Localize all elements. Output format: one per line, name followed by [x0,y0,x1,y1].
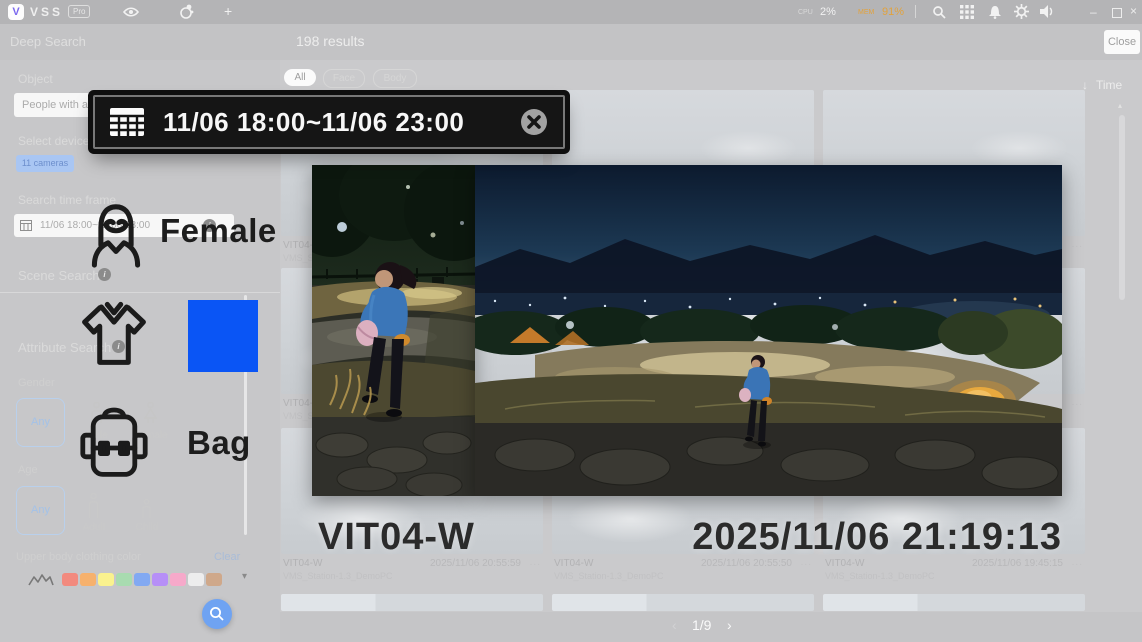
camera-name: VIT04-W [825,558,864,569]
sort-by-time[interactable]: Time [1096,78,1122,92]
vss-app-window: V VSS Pro + CPU 2% MEM 91% – × [0,0,1142,642]
camera-name: VIT04-W [554,558,593,569]
color-swatch[interactable] [80,573,96,586]
result-caption: VIT04-W 2025/11/06 20:55:50 ... VMS_Stat… [552,558,814,584]
eye-icon[interactable] [122,4,140,20]
child-icon[interactable] [141,499,152,519]
calendar-icon [20,220,32,231]
color-swatch[interactable] [206,573,222,586]
mem-value: 91% [882,6,904,18]
color-swatch[interactable] [134,573,150,586]
station-name: VMS_Station-1.3_DemoPC [825,571,935,581]
time-range-badge: 11/06 18:00~11/06 23:00 [93,95,565,149]
station-name: VMS_Station-1.3_DemoPC [283,571,393,581]
search-icon[interactable] [932,5,946,19]
blue-color-annotation [188,300,258,372]
vss-logo-icon: V [8,4,24,20]
close-icon[interactable] [519,107,549,137]
page-title: Deep Search [10,34,86,49]
bell-icon[interactable] [988,4,1002,19]
upper-color-label: Upper body clothing color [16,551,141,563]
age-any-button[interactable]: Any [16,486,65,535]
age-adult-option[interactable]: Adult [78,522,110,533]
chevron-right-icon[interactable]: › [727,617,732,633]
next-row-thumbnail [823,594,1085,611]
close-window-icon[interactable]: × [1130,4,1137,18]
results-scrollbar[interactable] [1119,115,1125,300]
cpu-value: 2% [820,6,836,18]
female-icon [80,190,152,274]
volume-icon[interactable] [1040,5,1055,18]
color-swatch[interactable] [98,573,114,586]
gender-label: Gender [18,377,55,389]
color-swatch[interactable] [170,573,186,586]
filter-tab-body[interactable]: Body [373,69,417,88]
object-label: Object [18,72,53,86]
preview-right-frame[interactable] [475,165,1062,496]
result-time: 2025/11/06 20:55:59 [430,558,521,569]
app-name: VSS [30,5,63,19]
next-row-thumbnail [281,594,543,611]
titlebar: V VSS Pro + CPU 2% MEM 91% – × [0,0,1142,24]
more-icon[interactable]: ... [1072,557,1083,568]
age-child-option[interactable]: Child [131,522,163,533]
more-icon[interactable]: ... [1072,397,1083,408]
gender-any-button[interactable]: Any [16,398,65,447]
bag-annotation-label: Bag [187,424,251,462]
gear-icon[interactable] [1014,4,1029,19]
select-device-label: Select device [18,134,89,148]
color-swatch[interactable] [116,573,132,586]
close-panel-button[interactable]: Close [1104,30,1140,54]
backpack-icon [74,394,154,486]
restore-icon[interactable] [1112,8,1122,18]
any-color-icon[interactable] [28,572,54,588]
more-icon[interactable]: ... [530,557,541,568]
result-caption: VIT04-W 2025/11/06 19:45:15 ... VMS_Stat… [823,558,1085,584]
age-label: Age [18,464,38,476]
result-time: 2025/11/06 20:55:50 [701,558,792,569]
page-indicator: 1/9 [692,617,711,633]
color-swatch[interactable] [152,573,168,586]
pro-badge: Pro [68,5,90,18]
camera-name: VIT04-W [283,558,322,569]
minimize-icon[interactable]: – [1090,5,1097,19]
mem-label: MEM [858,9,874,16]
shirt-icon [72,288,156,378]
filter-tab-all[interactable]: All [284,69,316,86]
result-time: 2025/11/06 19:45:15 [972,558,1063,569]
grid-apps-icon[interactable] [960,5,974,19]
preview-camera-name: VIT04-W [318,516,475,559]
titlebar-divider [915,5,916,18]
cameras-chip[interactable]: 11 cameras [16,155,74,172]
result-caption: VIT04-W 2025/11/06 20:55:59 ... VMS_Stat… [281,558,543,584]
next-row-thumbnail [552,594,814,611]
preview-left-frame[interactable] [312,165,475,496]
header-bar [0,24,1142,60]
female-annotation-label: Female [160,212,277,250]
color-swatch[interactable] [188,573,204,586]
preview-timestamp: 2025/11/06 21:19:13 [692,516,1062,559]
scroll-up-icon[interactable]: ▴ [1118,101,1122,110]
search-fab-button[interactable] [202,599,232,629]
deep-search-tab-icon[interactable] [178,4,196,20]
clear-link[interactable]: Clear [214,551,240,563]
color-swatch[interactable] [62,573,78,586]
filter-tab-face[interactable]: Face [323,69,365,88]
time-range-text: 11/06 18:00~11/06 23:00 [163,107,464,138]
adult-icon[interactable] [87,493,100,519]
add-tab-button[interactable]: + [224,3,232,19]
more-icon[interactable]: ... [1072,239,1083,250]
calendar-icon [109,107,145,137]
caret-down-icon[interactable]: ▾ [242,571,247,582]
station-name: VMS_Station-1.3_DemoPC [554,571,664,581]
cpu-label: CPU [798,9,813,16]
chevron-left-icon[interactable]: ‹ [672,617,677,633]
results-count: 198 results [296,33,364,49]
